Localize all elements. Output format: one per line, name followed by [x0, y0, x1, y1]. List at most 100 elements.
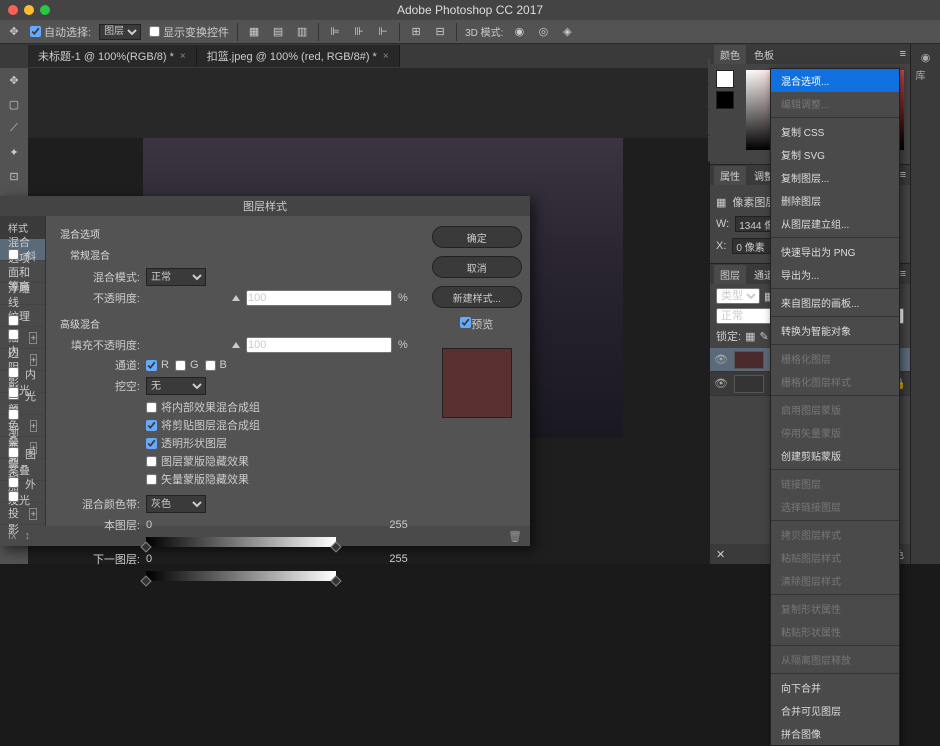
style-list-item[interactable]: 投影+: [0, 503, 45, 525]
document-tab[interactable]: 未标题-1 @ 100%(RGB/8) *×: [28, 45, 197, 67]
arrow-icon[interactable]: ↕: [25, 530, 31, 542]
close-tab-icon[interactable]: ×: [180, 51, 186, 62]
add-icon[interactable]: +: [29, 508, 37, 520]
align-icon[interactable]: ⊩: [375, 24, 391, 40]
panel-menu-icon[interactable]: ≡: [900, 169, 906, 181]
blend-interior-checkbox[interactable]: 将内部效果混合成组: [146, 399, 408, 415]
context-menu-item: 粘贴图层样式: [771, 546, 899, 569]
context-menu-item[interactable]: 合并可见图层: [771, 699, 899, 722]
x-label: X:: [716, 240, 726, 252]
channel-r-checkbox[interactable]: R: [146, 359, 169, 371]
knockout-select[interactable]: 无: [146, 377, 206, 395]
show-transform-checkbox[interactable]: 显示变换控件: [149, 24, 229, 40]
channel-g-checkbox[interactable]: G: [175, 359, 199, 371]
marquee-tool-icon[interactable]: ▢: [0, 92, 28, 116]
3d-icon[interactable]: ◈: [559, 24, 575, 40]
fill-opacity-input[interactable]: [246, 337, 392, 353]
ok-button[interactable]: 确定: [432, 226, 522, 248]
panel-dock: ◉ 库: [910, 44, 940, 564]
context-menu-item: 编辑调整...: [771, 92, 899, 115]
auto-select-checkbox[interactable]: 自动选择:: [30, 24, 91, 40]
document-tab[interactable]: 扣篮.jpeg @ 100% (red, RGB/8#) *×: [197, 45, 400, 67]
align-icon[interactable]: ▥: [294, 24, 310, 40]
move-tool-icon[interactable]: ✥: [6, 24, 22, 40]
opacity-input[interactable]: [246, 290, 392, 306]
context-menu-item[interactable]: 复制图层...: [771, 166, 899, 189]
fx-icon[interactable]: fx: [8, 530, 17, 542]
visibility-icon[interactable]: 👁: [714, 353, 728, 366]
context-menu-item[interactable]: 混合选项...: [771, 69, 899, 92]
distribute-icon[interactable]: ⊟: [432, 24, 448, 40]
next-layer-slider[interactable]: [146, 571, 336, 581]
add-icon[interactable]: +: [29, 332, 37, 344]
section-title: 混合选项: [60, 226, 408, 241]
context-menu-item[interactable]: 复制 SVG: [771, 143, 899, 166]
context-menu-item[interactable]: 从图层建立组...: [771, 212, 899, 235]
color-tab[interactable]: 颜色: [714, 45, 746, 64]
context-menu-item[interactable]: 删除图层: [771, 189, 899, 212]
slider-handle-icon[interactable]: [232, 295, 240, 301]
align-icon[interactable]: ⊪: [351, 24, 367, 40]
mask-hides-checkbox[interactable]: 图层蒙版隐藏效果: [146, 453, 408, 469]
width-label: W:: [716, 218, 729, 230]
vector-mask-hides-checkbox[interactable]: 矢量蒙版隐藏效果: [146, 471, 408, 487]
background-color[interactable]: [716, 91, 734, 109]
crop-tool-icon[interactable]: ⊡: [0, 164, 28, 188]
move-tool-icon[interactable]: ✥: [0, 68, 28, 92]
properties-tab[interactable]: 属性: [714, 166, 746, 185]
cc-library-icon[interactable]: ◉: [911, 44, 940, 70]
context-menu-item[interactable]: 向下合并: [771, 676, 899, 699]
channel-b-checkbox[interactable]: B: [205, 359, 227, 371]
context-menu-item[interactable]: 转换为智能对象: [771, 319, 899, 342]
context-menu-item: 复制形状属性: [771, 597, 899, 620]
layer-filter-kind[interactable]: 类型: [716, 288, 760, 304]
layers-tab[interactable]: 图层: [714, 265, 746, 284]
blend-if-select[interactable]: 灰色: [146, 495, 206, 513]
context-menu-item[interactable]: 来自图层的画板...: [771, 291, 899, 314]
blend-mode-select[interactable]: 正常: [146, 268, 206, 286]
trash-icon[interactable]: 🗑: [508, 530, 522, 543]
context-menu-item[interactable]: 拼合图像: [771, 722, 899, 745]
cancel-icon[interactable]: ✕: [716, 548, 725, 561]
preview-checkbox[interactable]: 预览: [460, 316, 493, 332]
context-menu-item[interactable]: 复制 CSS: [771, 120, 899, 143]
visibility-icon[interactable]: 👁: [714, 377, 728, 390]
wand-tool-icon[interactable]: ✦: [0, 140, 28, 164]
swatches-tab[interactable]: 色板: [748, 45, 780, 64]
3d-icon[interactable]: ◎: [535, 24, 551, 40]
context-menu-item[interactable]: 快速导出为 PNG: [771, 240, 899, 263]
add-icon[interactable]: +: [30, 354, 37, 366]
auto-select-mode[interactable]: 图层: [99, 24, 141, 40]
distribute-icon[interactable]: ⊞: [408, 24, 424, 40]
maximize-icon[interactable]: [40, 5, 50, 15]
foreground-color[interactable]: [716, 70, 734, 88]
transparency-shapes-checkbox[interactable]: 透明形状图层: [146, 435, 408, 451]
close-tab-icon[interactable]: ×: [383, 51, 389, 62]
lasso-tool-icon[interactable]: ⟋: [0, 116, 28, 140]
align-icon[interactable]: ⊫: [327, 24, 343, 40]
slider-handle-icon[interactable]: [232, 342, 240, 348]
this-layer-slider[interactable]: [146, 537, 336, 547]
context-menu-item[interactable]: 创建剪贴蒙版: [771, 444, 899, 467]
style-list-item[interactable]: 等高线: [0, 283, 45, 305]
lock-icon[interactable]: ▦: [745, 330, 755, 343]
align-icon[interactable]: ▤: [270, 24, 286, 40]
blend-mode-label: 混合模式:: [70, 269, 140, 285]
cancel-button[interactable]: 取消: [432, 256, 522, 278]
align-icon[interactable]: ▦: [246, 24, 262, 40]
layer-style-dialog: 图层样式 样式 混合选项斜面和浮雕等高线纹理描边+内阴影+内发光光泽颜色叠加+渐…: [0, 196, 530, 546]
3d-icon[interactable]: ◉: [511, 24, 527, 40]
blend-clipped-checkbox[interactable]: 将剪贴图层混合成组: [146, 417, 408, 433]
minimize-icon[interactable]: [24, 5, 34, 15]
close-icon[interactable]: [8, 5, 18, 15]
lock-icon[interactable]: ✎: [759, 330, 768, 343]
options-bar: ✥ 自动选择: 图层 显示变换控件 ▦ ▤ ▥ ⊫ ⊪ ⊩ ⊞ ⊟ 3D 模式:…: [0, 20, 940, 44]
this-layer-label: 本图层:: [70, 517, 140, 533]
library-label[interactable]: 库: [911, 70, 926, 80]
style-list: 样式 混合选项斜面和浮雕等高线纹理描边+内阴影+内发光光泽颜色叠加+渐变叠加+图…: [0, 216, 46, 526]
panel-menu-icon[interactable]: ≡: [900, 268, 906, 280]
add-icon[interactable]: +: [30, 420, 37, 432]
panel-menu-icon[interactable]: ≡: [900, 48, 906, 60]
context-menu-item[interactable]: 导出为...: [771, 263, 899, 286]
new-style-button[interactable]: 新建样式...: [432, 286, 522, 308]
